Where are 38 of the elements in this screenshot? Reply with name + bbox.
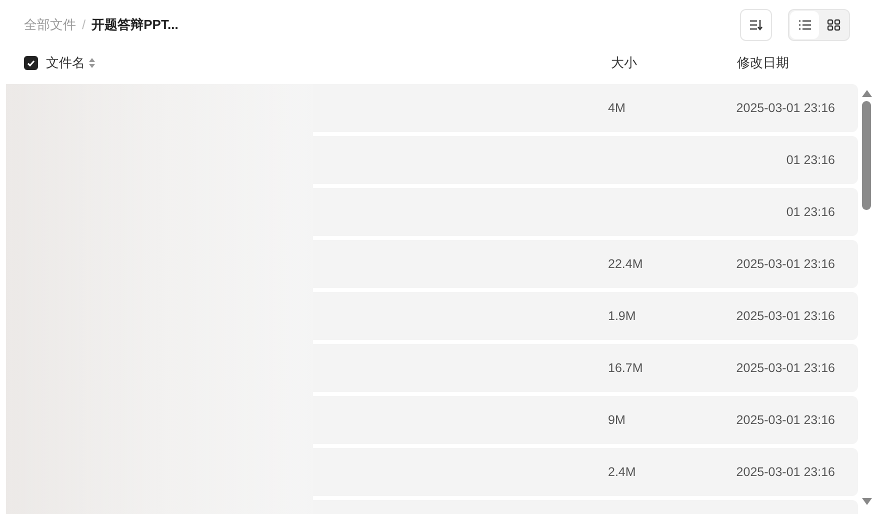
- sort-icon: [749, 19, 763, 31]
- column-header[interactable]: 大小: [611, 53, 637, 73]
- scroll-down-icon[interactable]: [862, 498, 872, 505]
- file-row[interactable]: 22.4M 2025-03-01 23:16: [313, 240, 858, 288]
- file-row[interactable]: 01 23:16: [313, 188, 858, 236]
- column-header[interactable]: 修改日期: [737, 53, 789, 73]
- check-icon: [27, 60, 35, 66]
- file-size: 4M: [608, 100, 626, 115]
- file-row[interactable]: 4M 2025-03-01 23:16: [313, 84, 858, 132]
- modified-date: 2025-03-01 23:16: [736, 464, 835, 479]
- list-icon: [798, 19, 812, 31]
- breadcrumb-separator: /: [82, 16, 86, 34]
- file-size: 16.7M: [608, 360, 643, 375]
- file-row[interactable]: 01 23:16: [313, 136, 858, 184]
- file-size: 22.4M: [608, 256, 643, 271]
- modified-date: 01 23:16: [786, 152, 835, 167]
- scroll-up-icon[interactable]: [862, 90, 872, 97]
- modified-date: 2025-03-01 23:16: [736, 308, 835, 323]
- scrollbar-thumb[interactable]: [862, 101, 871, 210]
- modified-date: 2025-03-01 23:16: [736, 412, 835, 427]
- file-row[interactable]: 2.4M 2025-03-01 23:16: [313, 448, 858, 496]
- modified-date: 2025-03-01 23:16: [736, 100, 835, 115]
- breadcrumb-item: 开题答辩PPT...: [92, 16, 178, 34]
- modified-date: 01 23:16: [786, 204, 835, 219]
- file-row[interactable]: 1.9M 2025-03-01 23:16: [313, 292, 858, 340]
- grid-icon: [826, 19, 840, 31]
- sort-button[interactable]: [740, 9, 772, 41]
- modified-date: 2025-03-01 23:16: [736, 256, 835, 271]
- modified-date: 2025-03-01 23:16: [736, 360, 835, 375]
- list-view-button[interactable]: [790, 11, 819, 39]
- select-all-checkbox[interactable]: [24, 56, 38, 70]
- file-size: 9M: [608, 412, 626, 427]
- sort-toggle-icon[interactable]: [89, 58, 95, 68]
- file-size: 1.9M: [608, 308, 636, 323]
- column-header[interactable]: 文件名: [46, 53, 85, 73]
- file-row[interactable]: 9M 2025-03-01 23:16: [313, 396, 858, 444]
- file-size: 2.4M: [608, 464, 636, 479]
- file-row[interactable]: 16.7M 2025-03-01 23:16: [313, 344, 858, 392]
